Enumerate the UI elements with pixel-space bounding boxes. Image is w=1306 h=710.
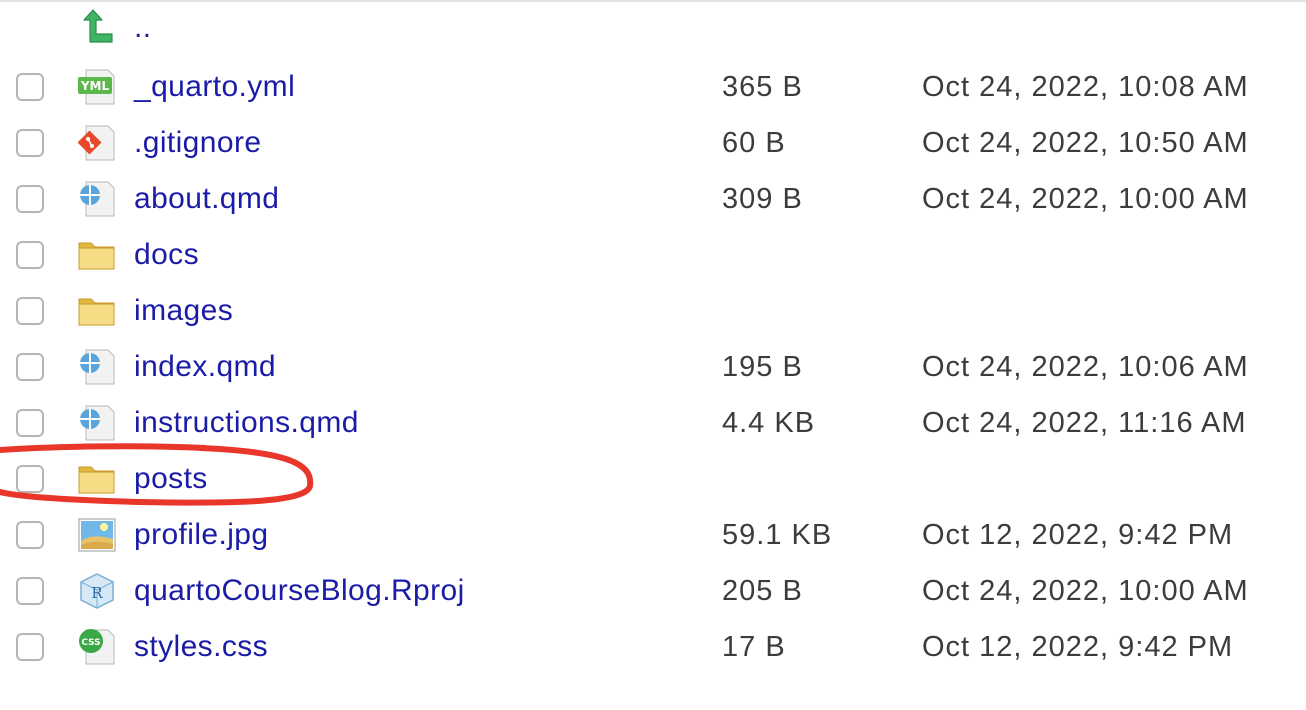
file-size: 365 B bbox=[722, 71, 803, 103]
select-checkbox[interactable] bbox=[16, 353, 44, 381]
file-size: 60 B bbox=[722, 127, 786, 159]
file-modified: Oct 24, 2022, 10:00 AM bbox=[922, 575, 1249, 607]
git-file-icon bbox=[77, 125, 116, 161]
file-name-link[interactable]: instructions.qmd bbox=[134, 403, 359, 443]
file-row[interactable]: profile.jpg 59.1 KB Oct 12, 2022, 9:42 P… bbox=[0, 507, 1306, 563]
file-row[interactable]: R quartoCourseBlog.Rproj 205 B Oct 24, 2… bbox=[0, 563, 1306, 619]
file-modified: Oct 24, 2022, 10:00 AM bbox=[922, 183, 1249, 215]
file-name-link[interactable]: about.qmd bbox=[134, 179, 279, 219]
quarto-file-icon bbox=[78, 349, 116, 385]
image-file-icon bbox=[78, 517, 116, 553]
file-name-link[interactable]: index.qmd bbox=[134, 347, 276, 387]
rproj-file-icon: R bbox=[78, 573, 116, 609]
folder-name-link[interactable]: docs bbox=[134, 235, 199, 275]
select-checkbox[interactable] bbox=[16, 129, 44, 157]
folder-icon bbox=[78, 461, 116, 497]
select-checkbox[interactable] bbox=[16, 577, 44, 605]
file-modified: Oct 24, 2022, 10:06 AM bbox=[922, 351, 1249, 383]
select-checkbox[interactable] bbox=[16, 73, 44, 101]
yml-file-icon: YML bbox=[78, 69, 116, 105]
file-row[interactable]: instructions.qmd 4.4 KB Oct 24, 2022, 11… bbox=[0, 395, 1306, 451]
folder-row[interactable]: images bbox=[0, 283, 1306, 339]
svg-text:YML: YML bbox=[80, 79, 110, 93]
file-list: .. YML _quarto.yml 365 B Oct 24, 2022, 1… bbox=[0, 2, 1306, 675]
file-row[interactable]: CSS styles.css 17 B Oct 12, 2022, 9:42 P… bbox=[0, 619, 1306, 675]
file-row[interactable]: about.qmd 309 B Oct 24, 2022, 10:00 AM bbox=[0, 171, 1306, 227]
folder-row[interactable]: docs bbox=[0, 227, 1306, 283]
file-name-link[interactable]: profile.jpg bbox=[134, 515, 268, 555]
css-file-icon: CSS bbox=[78, 629, 116, 665]
up-arrow-icon[interactable] bbox=[78, 8, 116, 44]
file-modified: Oct 12, 2022, 9:42 PM bbox=[922, 519, 1234, 551]
select-checkbox[interactable] bbox=[16, 633, 44, 661]
file-name-link[interactable]: .gitignore bbox=[134, 123, 261, 163]
file-modified: Oct 24, 2022, 10:50 AM bbox=[922, 127, 1249, 159]
file-size: 4.4 KB bbox=[722, 407, 816, 439]
file-size: 309 B bbox=[722, 183, 803, 215]
parent-directory-link[interactable]: .. bbox=[134, 8, 151, 48]
folder-icon bbox=[78, 237, 116, 273]
file-size: 205 B bbox=[722, 575, 803, 607]
folder-row[interactable]: posts bbox=[0, 451, 1306, 507]
file-name-link[interactable]: _quarto.yml bbox=[134, 67, 295, 107]
quarto-file-icon bbox=[78, 405, 116, 441]
select-checkbox[interactable] bbox=[16, 297, 44, 325]
parent-directory-row[interactable]: .. bbox=[0, 2, 1306, 59]
folder-name-link[interactable]: posts bbox=[134, 459, 208, 499]
file-modified: Oct 24, 2022, 10:08 AM bbox=[922, 71, 1249, 103]
svg-text:CSS: CSS bbox=[81, 638, 100, 648]
file-row[interactable]: YML _quarto.yml 365 B Oct 24, 2022, 10:0… bbox=[0, 59, 1306, 115]
quarto-file-icon bbox=[78, 181, 116, 217]
file-row[interactable]: index.qmd 195 B Oct 24, 2022, 10:06 AM bbox=[0, 339, 1306, 395]
select-checkbox[interactable] bbox=[16, 465, 44, 493]
file-name-link[interactable]: quartoCourseBlog.Rproj bbox=[134, 571, 465, 611]
file-size: 17 B bbox=[722, 631, 786, 663]
select-checkbox[interactable] bbox=[16, 521, 44, 549]
svg-text:R: R bbox=[91, 584, 103, 602]
file-size: 195 B bbox=[722, 351, 803, 383]
file-row[interactable]: .gitignore 60 B Oct 24, 2022, 10:50 AM bbox=[0, 115, 1306, 171]
folder-name-link[interactable]: images bbox=[134, 291, 233, 331]
select-checkbox[interactable] bbox=[16, 185, 44, 213]
folder-icon bbox=[78, 293, 116, 329]
file-size: 59.1 KB bbox=[722, 519, 833, 551]
select-checkbox[interactable] bbox=[16, 241, 44, 269]
select-checkbox[interactable] bbox=[16, 409, 44, 437]
file-modified: Oct 24, 2022, 11:16 AM bbox=[922, 407, 1247, 439]
file-name-link[interactable]: styles.css bbox=[134, 627, 268, 667]
file-modified: Oct 12, 2022, 9:42 PM bbox=[922, 631, 1234, 663]
